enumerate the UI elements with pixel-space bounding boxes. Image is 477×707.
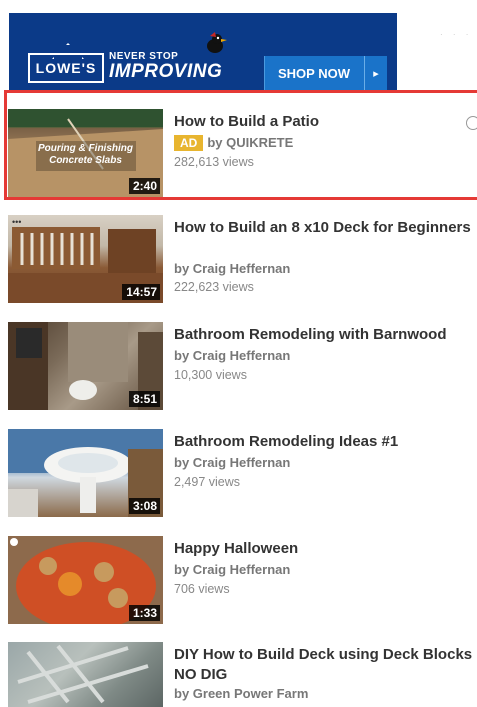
arrow-right-icon: ▸ — [364, 56, 387, 92]
video-item[interactable]: 3:08 Bathroom Remodeling Ideas #1 by Cra… — [0, 429, 477, 529]
video-item[interactable]: DIY How to Build Deck using Deck Blocks … — [0, 642, 477, 707]
video-channel[interactable]: by Craig Heffernan — [174, 348, 290, 363]
video-channel[interactable]: by Craig Heffernan — [174, 562, 290, 577]
video-thumbnail[interactable]: 8:51 — [8, 322, 163, 410]
video-duration: 14:57 — [122, 284, 160, 300]
highlight-box — [4, 90, 477, 200]
video-item[interactable]: ••• 14:57 How to Build an 8 x10 Deck for… — [0, 215, 477, 315]
banner-ad[interactable]: LOWE'S NEVER STOP IMPROVING SHOP NOW ▸ — [9, 13, 397, 93]
deck-blocks-thumbnail-art — [17, 644, 149, 704]
shop-now-button[interactable]: SHOP NOW ▸ — [264, 56, 387, 92]
video-thumbnail[interactable] — [8, 642, 163, 707]
video-title[interactable]: Bathroom Remodeling Ideas #1 — [174, 432, 474, 452]
svg-text:•••: ••• — [12, 217, 21, 227]
video-views: 222,623 views — [174, 280, 254, 294]
video-item[interactable]: 8:51 Bathroom Remodeling with Barnwood b… — [0, 322, 477, 422]
slogan-big: IMPROVING — [109, 61, 223, 82]
video-thumbnail[interactable]: ••• 14:57 — [8, 215, 163, 303]
video-channel[interactable]: by Green Power Farm — [174, 686, 308, 701]
video-views: 2,497 views — [174, 475, 241, 489]
video-duration: 1:33 — [128, 605, 160, 621]
video-title[interactable]: Bathroom Remodeling with Barnwood — [174, 325, 474, 345]
bird-icon — [207, 32, 227, 53]
video-thumbnail[interactable]: 1:33 — [8, 536, 163, 624]
video-channel[interactable]: by Craig Heffernan — [174, 261, 290, 276]
video-title[interactable]: How to Build an 8 x10 Deck for Beginners — [174, 218, 474, 238]
video-views: 706 views — [174, 582, 230, 596]
decorative-dots: · · · — [440, 30, 473, 39]
video-thumbnail[interactable]: 3:08 — [8, 429, 163, 517]
video-title[interactable]: DIY How to Build Deck using Deck Blocks … — [174, 645, 474, 685]
video-title[interactable]: Happy Halloween — [174, 539, 474, 559]
shop-now-label: SHOP NOW — [278, 66, 350, 81]
video-channel[interactable]: by Craig Heffernan — [174, 455, 290, 470]
video-item[interactable]: 1:33 Happy Halloween by Craig Heffernan … — [0, 536, 477, 636]
video-duration: 3:08 — [128, 498, 160, 514]
brand-name: LOWE'S — [35, 60, 97, 76]
video-views: 10,300 views — [174, 368, 247, 382]
lowes-logo: LOWE'S — [28, 53, 104, 83]
video-duration: 8:51 — [128, 391, 160, 407]
